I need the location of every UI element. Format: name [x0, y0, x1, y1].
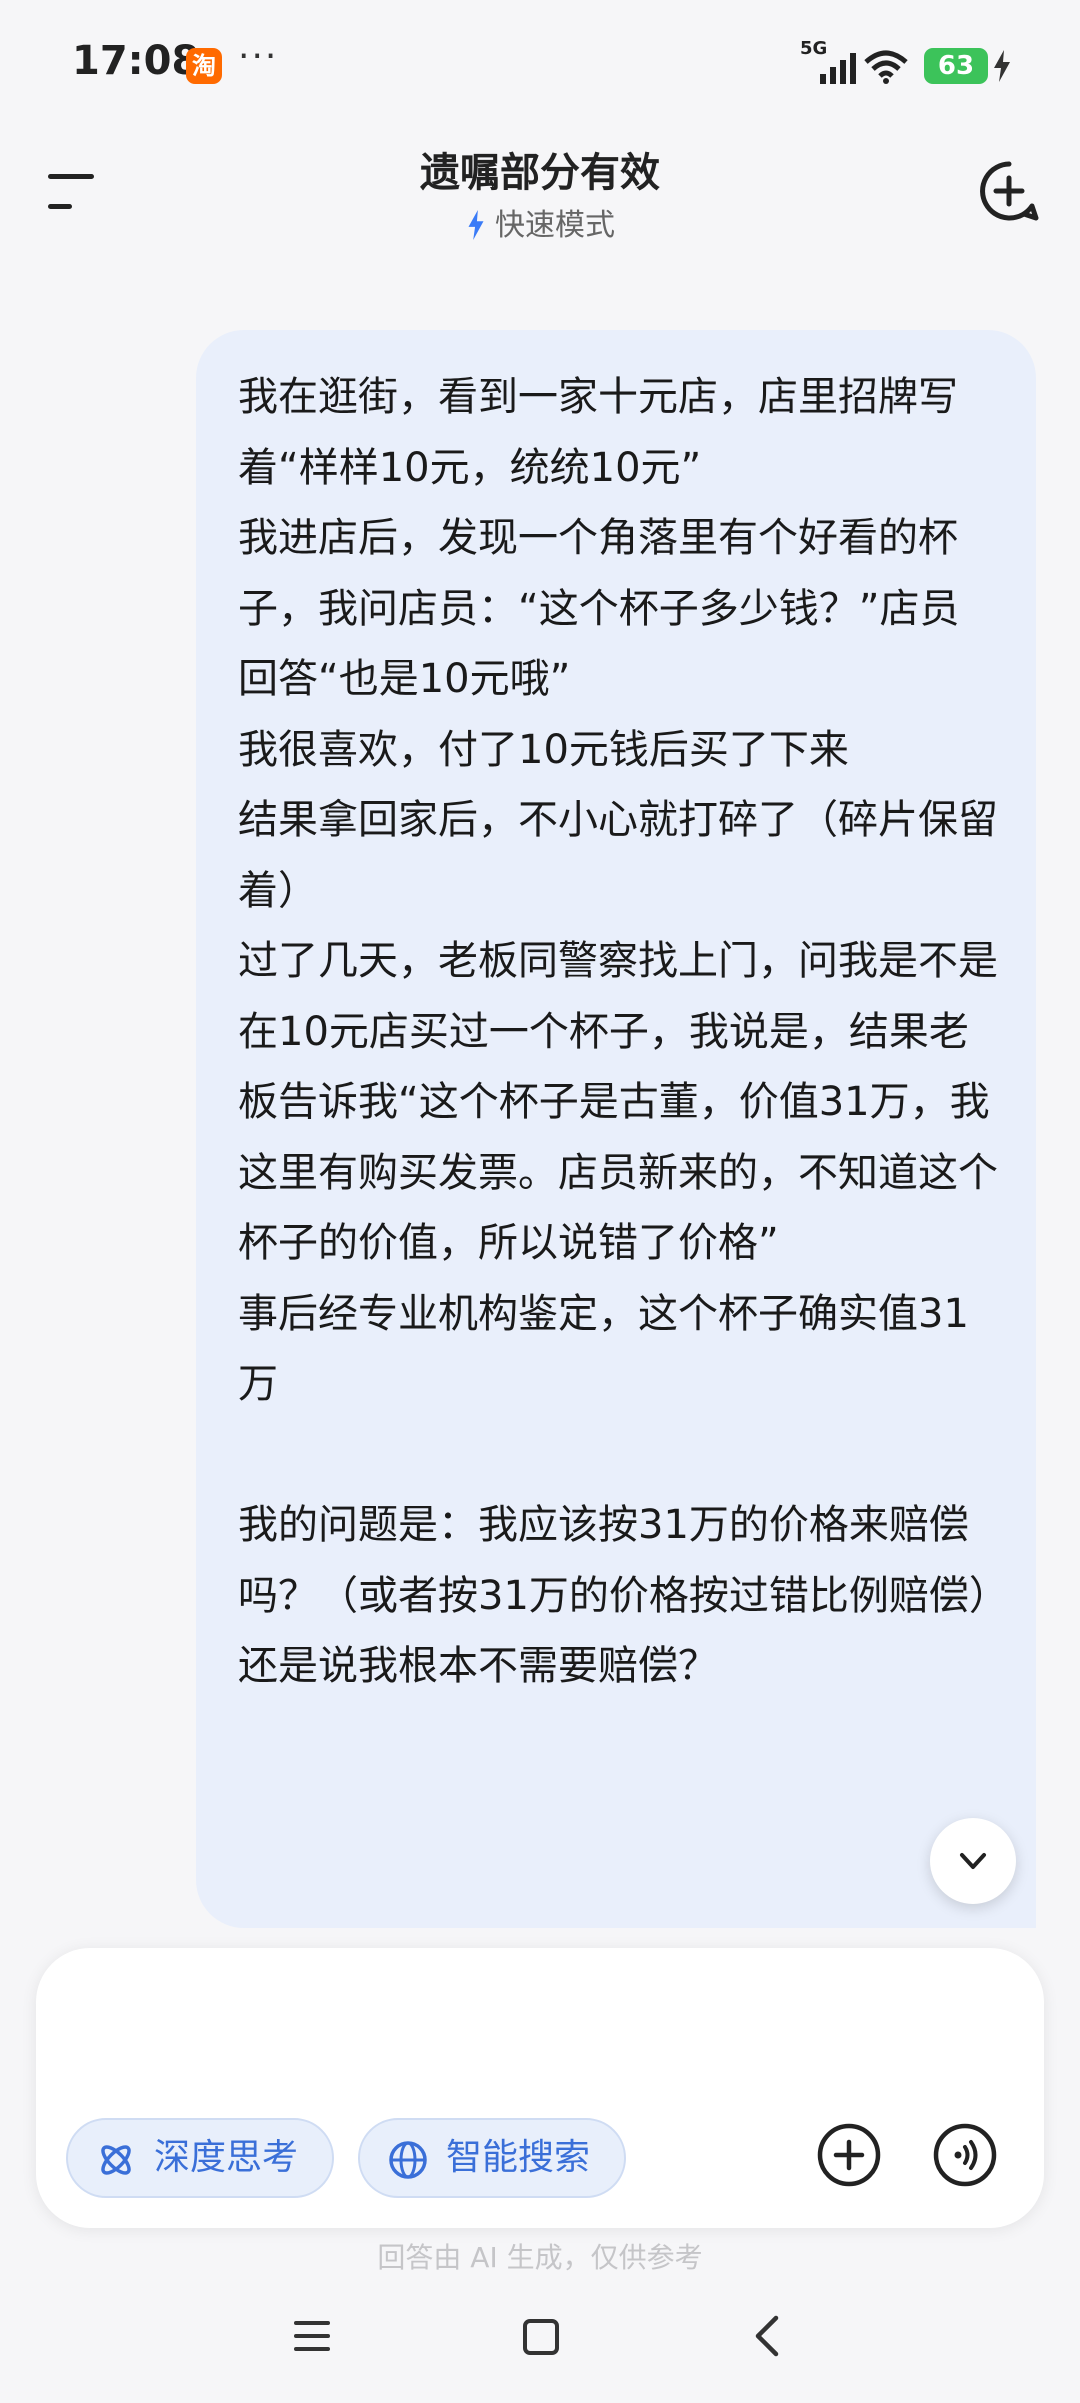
new-chat-icon[interactable] [978, 160, 1040, 222]
nav-back-icon[interactable] [752, 2314, 782, 2358]
conversation-title: 遗嘱部分有效 [420, 150, 660, 196]
smart-search-toggle[interactable]: 智能搜索 [358, 2118, 626, 2198]
smart-search-label: 智能搜索 [446, 2137, 591, 2178]
scroll-to-bottom-button[interactable] [930, 1818, 1016, 1904]
chevron-down-icon [960, 1853, 986, 1869]
wifi-icon [864, 50, 908, 84]
taobao-notification-icon: 淘 [186, 48, 222, 84]
voice-icon[interactable] [932, 2122, 998, 2188]
globe-icon [389, 2141, 427, 2179]
ai-disclaimer: 回答由 AI 生成，仅供参考 [377, 2241, 703, 2274]
message-input[interactable] [80, 1990, 680, 2050]
status-bar: 17:08 淘 ··· 5G 63 [0, 0, 1080, 130]
charging-icon [994, 50, 1010, 82]
nav-menu-icon[interactable] [292, 2318, 332, 2354]
mode-selector[interactable]: 快速模式 [0, 200, 1080, 244]
signal-icon [820, 53, 856, 84]
battery-indicator: 63 [924, 48, 988, 84]
more-notifications-icon: ··· [238, 36, 279, 77]
mode-label: 快速模式 [495, 208, 615, 243]
deep-think-toggle[interactable]: 深度思考 [66, 2118, 334, 2198]
user-message-text: 我在逛街，看到一家十元店，店里招牌写着“样样10元，统统10元” 我进店后，发现… [238, 374, 998, 1689]
nav-home-icon[interactable] [522, 2318, 560, 2356]
atom-icon [101, 2145, 131, 2175]
status-time: 17:08 [72, 38, 200, 84]
plus-icon[interactable] [816, 2122, 882, 2188]
lightning-icon [468, 210, 484, 240]
deep-think-label: 深度思考 [154, 2137, 299, 2178]
